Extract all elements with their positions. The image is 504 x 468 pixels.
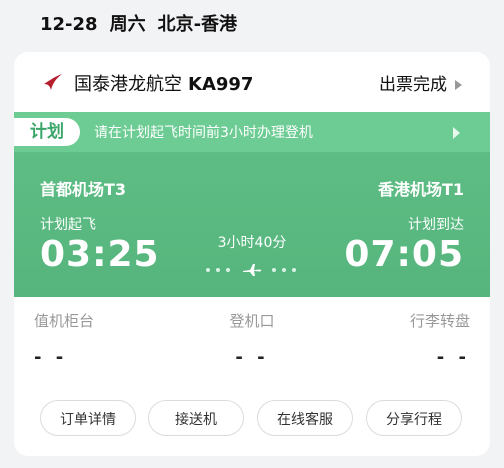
flight-duration: 3小时40分 (217, 235, 287, 251)
plan-notice: 请在计划起飞时间前3小时办理登机 (94, 125, 313, 141)
route-dot (206, 268, 210, 272)
online-support-button[interactable]: 在线客服 (257, 400, 353, 436)
arrival-label: 计划到达 (408, 217, 464, 233)
chevron-right-icon (453, 127, 460, 139)
plane-icon (243, 264, 262, 276)
airport-transfer-button[interactable]: 接送机 (148, 400, 244, 436)
header-date: 12-28 (40, 14, 98, 35)
airport-info-row: 值机柜台 - - 登机口 - - 行李转盘 - - (14, 310, 490, 370)
header-route: 北京-香港 (157, 14, 238, 35)
flight-card[interactable]: 国泰港龙航空 KA997 出票完成 计划 请在计划起飞时间前3小时办理登机 首都机… (14, 52, 490, 456)
ticket-status-text: 出票完成 (379, 75, 447, 95)
airline-name: 国泰港龙航空 KA997 (74, 70, 253, 96)
arrival-airport: 香港机场T1 (377, 180, 464, 199)
flight-number: KA997 (188, 74, 254, 95)
route-dot (226, 268, 230, 272)
route-dot (282, 268, 286, 272)
route-dot (292, 268, 296, 272)
route-dot (216, 268, 220, 272)
boarding-gate-label: 登机口 (229, 312, 275, 330)
action-buttons: 订单详情 接送机 在线客服 分享行程 (14, 400, 490, 440)
airline-logo-icon (44, 74, 62, 90)
date-header: 12-28 周六 北京-香港 (40, 10, 249, 36)
route-dot (272, 268, 276, 272)
order-detail-button[interactable]: 订单详情 (40, 400, 136, 436)
baggage-carousel-label: 行李转盘 (409, 312, 470, 330)
route-line (204, 262, 300, 278)
chevron-right-icon (455, 80, 462, 90)
flight-panel: 计划 请在计划起飞时间前3小时办理登机 首都机场T3 香港机场T1 计划起飞 计… (14, 112, 490, 297)
ticket-status[interactable]: 出票完成 (379, 70, 462, 95)
departure-airport: 首都机场T3 (40, 180, 127, 199)
plan-tag: 计划 (14, 118, 80, 146)
airline-name-text: 国泰港龙航空 (74, 74, 182, 95)
airline-row[interactable]: 国泰港龙航空 KA997 出票完成 (14, 52, 490, 112)
baggage-carousel: 行李转盘 - - (410, 310, 470, 368)
baggage-carousel-value: - - (436, 347, 470, 368)
departure-label: 计划起飞 (40, 217, 96, 233)
header-weekday: 周六 (109, 14, 146, 35)
plan-notice-bar[interactable]: 计划 请在计划起飞时间前3小时办理登机 (14, 112, 490, 152)
share-trip-button[interactable]: 分享行程 (366, 400, 462, 436)
